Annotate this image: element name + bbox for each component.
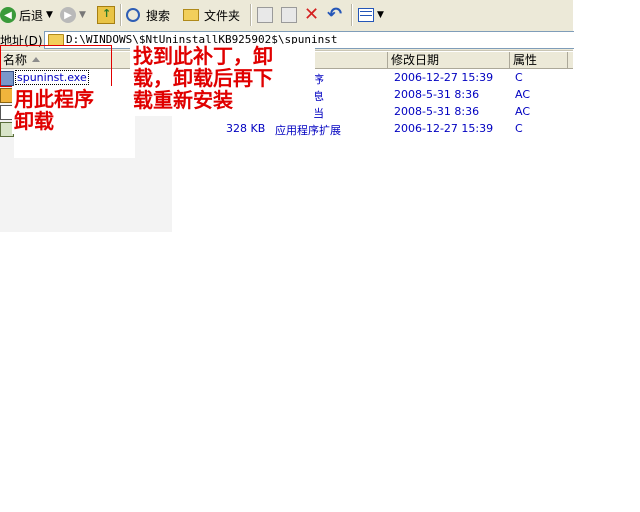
folder-up-icon: ↑ <box>97 6 115 24</box>
search-label: 搜索 <box>146 8 171 23</box>
forward-button[interactable]: ▶ ▼ <box>60 4 86 26</box>
move-to-icon <box>257 7 273 23</box>
toolbar-separator <box>250 4 252 26</box>
search-icon <box>126 8 140 22</box>
views-icon <box>358 8 374 22</box>
chevron-down-icon[interactable]: ▼ <box>377 10 384 20</box>
file-attr: C <box>515 71 523 84</box>
up-folder-button[interactable]: ↑ <box>97 4 115 26</box>
forward-arrow-icon: ▶ <box>60 7 76 23</box>
file-type: 应用程序扩展 <box>275 124 341 137</box>
file-modified: 2008-5-31 8:36 <box>394 88 480 101</box>
file-attr: AC <box>515 88 531 101</box>
column-attributes-label: 属性 <box>513 53 538 67</box>
folders-label: 文件夹 <box>204 8 241 23</box>
chevron-down-icon[interactable]: ▼ <box>46 10 53 20</box>
search-button[interactable]: 搜索 <box>126 4 170 26</box>
file-size: 328 KB <box>226 122 266 135</box>
move-to-button[interactable] <box>257 4 273 26</box>
folder-icon <box>183 9 199 21</box>
undo-button[interactable]: ↶ <box>327 4 342 26</box>
folders-button[interactable]: 文件夹 <box>183 4 240 26</box>
column-attributes-header[interactable]: 属性 <box>510 52 568 68</box>
delete-button[interactable]: ✕ <box>304 4 319 26</box>
file-modified: 2008-5-31 8:36 <box>394 105 480 118</box>
chevron-down-icon[interactable]: ▼ <box>79 10 86 20</box>
toolbar-separator <box>351 4 353 26</box>
back-label: 后退 <box>19 8 44 23</box>
copy-to-icon <box>281 7 297 23</box>
back-arrow-icon: ◀ <box>0 7 16 23</box>
file-modified: 2006-12-27 15:39 <box>394 71 494 84</box>
delete-icon: ✕ <box>304 4 320 25</box>
column-modified-label: 修改日期 <box>391 53 440 67</box>
column-modified-header[interactable]: 修改日期 <box>388 52 510 68</box>
views-button[interactable]: ▼ <box>358 4 384 26</box>
toolbar-separator <box>120 4 122 26</box>
toolbar: ◀ 后退 ▼ ▶ ▼ ↑ 搜索 文件夹 ✕ ↶ ▼ <box>0 0 573 31</box>
annotation-highlight-box <box>0 45 112 87</box>
annotation-uninstall: 用此程序 卸载 <box>14 87 94 133</box>
back-button[interactable]: ◀ 后退 ▼ <box>0 4 53 26</box>
copy-to-button[interactable] <box>281 4 297 26</box>
file-attr: C <box>515 122 523 135</box>
annotation-find-patch: 找到此补丁，卸 载，卸载后再下 载重新安装 <box>133 44 273 112</box>
file-modified: 2006-12-27 15:39 <box>394 122 494 135</box>
undo-icon: ↶ <box>327 4 343 25</box>
file-attr: AC <box>515 105 531 118</box>
